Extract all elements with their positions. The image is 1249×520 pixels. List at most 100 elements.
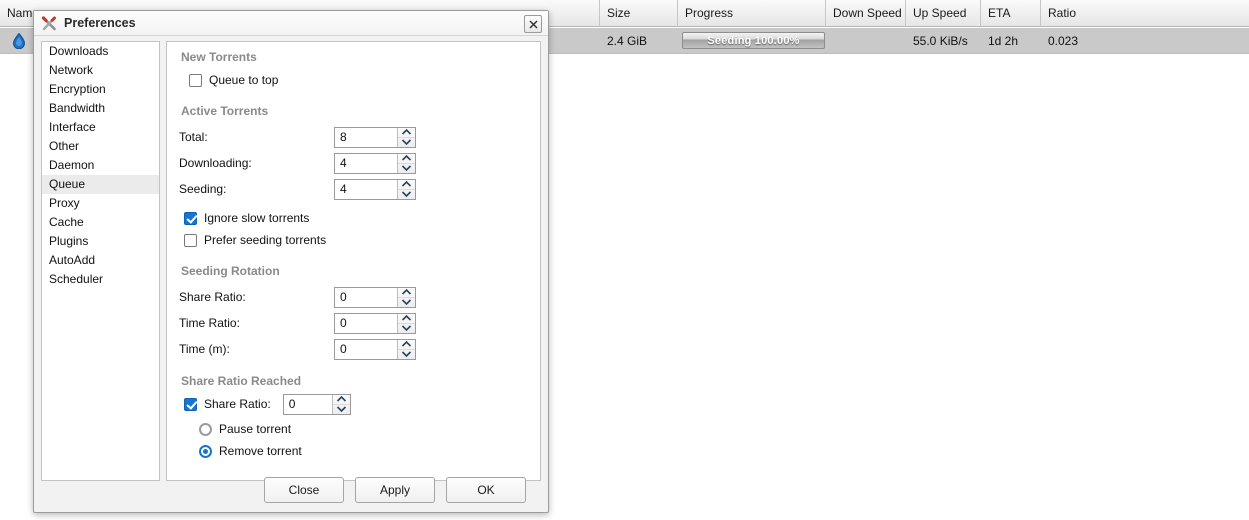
share-ratio-reached-checkbox[interactable] — [184, 397, 197, 411]
column-header-up-speed-label: Up Speed — [913, 6, 967, 20]
preferences-dialog: Preferences Downloads Network Encryption… — [33, 10, 549, 513]
dialog-titlebar[interactable]: Preferences — [34, 11, 548, 36]
prefer-seeding-checkbox-row[interactable]: Prefer seeding torrents — [184, 230, 530, 250]
chevron-up-icon[interactable] — [333, 395, 350, 404]
downloading-stepper[interactable]: 4 — [334, 152, 416, 174]
close-glyph — [528, 19, 538, 29]
total-stepper[interactable]: 8 — [334, 126, 416, 148]
share-ratio-reached-input[interactable]: 0 — [283, 394, 332, 414]
time-m-input[interactable]: 0 — [335, 339, 397, 359]
chevron-down-icon[interactable] — [398, 136, 415, 147]
time-m-stepper-buttons[interactable] — [397, 339, 415, 359]
downloading-label: Downloading: — [179, 156, 252, 170]
sidebar-item-queue[interactable]: Queue — [42, 175, 159, 194]
chevron-down-icon[interactable] — [398, 348, 415, 359]
ignore-slow-checkbox-row[interactable]: Ignore slow torrents — [184, 208, 530, 228]
chevron-up-icon[interactable] — [398, 288, 415, 297]
sidebar-item-label: Plugins — [49, 234, 89, 248]
sidebar-item-scheduler[interactable]: Scheduler — [42, 270, 159, 289]
column-header-size[interactable]: Size — [600, 0, 678, 27]
section-title-new-torrents: New Torrents — [181, 50, 257, 64]
share-ratio-stepper[interactable]: 0 — [334, 286, 416, 308]
ok-button[interactable]: OK — [446, 476, 526, 503]
sidebar-item-interface[interactable]: Interface — [42, 118, 159, 137]
sidebar-item-proxy[interactable]: Proxy — [42, 194, 159, 213]
remove-torrent-label: Remove torrent — [219, 444, 302, 458]
chevron-up-icon[interactable] — [398, 314, 415, 323]
sidebar-item-label: Bandwidth — [49, 101, 106, 115]
share-ratio-input[interactable]: 0 — [335, 287, 397, 307]
share-ratio-reached-stepper[interactable]: 0 — [282, 393, 351, 415]
chevron-down-icon[interactable] — [398, 296, 415, 307]
chevron-down-icon[interactable] — [332, 403, 350, 414]
sidebar-item-label: Queue — [49, 177, 86, 191]
sidebar-item-label: Proxy — [49, 196, 80, 210]
time-ratio-input[interactable]: 0 — [335, 313, 397, 333]
column-header-progress[interactable]: Progress — [678, 0, 826, 27]
seeding-field-row: Seeding: 4 — [179, 176, 530, 202]
apply-button[interactable]: Apply — [355, 476, 435, 503]
queue-to-top-checkbox[interactable] — [189, 73, 202, 87]
sidebar-item-autoadd[interactable]: AutoAdd — [42, 251, 159, 270]
sidebar-item-daemon[interactable]: Daemon — [42, 156, 159, 175]
seeding-stepper[interactable]: 4 — [334, 178, 416, 200]
sidebar-item-network[interactable]: Network — [42, 61, 159, 80]
sidebar-item-bandwidth[interactable]: Bandwidth — [42, 99, 159, 118]
time-ratio-stepper-buttons[interactable] — [397, 313, 415, 333]
time-m-stepper[interactable]: 0 — [334, 338, 416, 360]
pause-torrent-radio[interactable] — [199, 422, 212, 436]
sidebar-item-other[interactable]: Other — [42, 137, 159, 156]
dialog-body: Downloads Network Encryption Bandwidth I… — [41, 41, 541, 481]
torrent-down-speed-cell — [826, 28, 906, 53]
column-header-down-speed-label: Down Speed — [833, 6, 902, 20]
preferences-content-queue: New Torrents Queue to top Active Torrent… — [166, 41, 541, 481]
remove-torrent-radio-row[interactable]: Remove torrent — [199, 440, 530, 462]
sidebar-item-plugins[interactable]: Plugins — [42, 232, 159, 251]
torrent-up-speed-cell: 55.0 KiB/s — [913, 33, 968, 48]
dialog-title: Preferences — [64, 16, 136, 30]
column-header-down-speed[interactable]: Down Speed — [826, 0, 906, 27]
ignore-slow-checkbox[interactable] — [184, 211, 197, 225]
queue-to-top-checkbox-row[interactable]: Queue to top — [189, 70, 530, 90]
chevron-up-icon[interactable] — [398, 180, 415, 189]
column-header-ratio[interactable]: Ratio — [1041, 0, 1101, 27]
chevron-down-icon[interactable] — [398, 162, 415, 173]
share-ratio-reached-row[interactable]: Share Ratio: 0 — [184, 393, 530, 415]
seeding-input[interactable]: 4 — [335, 179, 397, 199]
pause-torrent-radio-row[interactable]: Pause torrent — [199, 418, 530, 440]
sidebar-item-downloads[interactable]: Downloads — [42, 42, 159, 61]
close-button[interactable]: Close — [264, 476, 344, 503]
share-ratio-reached-stepper-buttons[interactable] — [331, 394, 350, 414]
downloading-stepper-buttons[interactable] — [397, 153, 415, 173]
column-header-up-speed[interactable]: Up Speed — [906, 0, 981, 27]
close-icon[interactable] — [524, 15, 542, 33]
seeding-stepper-buttons[interactable] — [397, 179, 415, 199]
chevron-up-icon[interactable] — [398, 340, 415, 349]
chevron-up-icon[interactable] — [398, 128, 415, 137]
queue-to-top-label: Queue to top — [209, 73, 279, 87]
time-ratio-stepper[interactable]: 0 — [334, 312, 416, 334]
preferences-sidebar: Downloads Network Encryption Bandwidth I… — [41, 41, 160, 481]
column-header-eta[interactable]: ETA — [981, 0, 1041, 27]
chevron-down-icon[interactable] — [398, 322, 415, 333]
downloading-input[interactable]: 4 — [335, 153, 397, 173]
prefer-seeding-checkbox[interactable] — [184, 233, 197, 247]
seeding-label: Seeding: — [179, 182, 227, 196]
sidebar-item-label: Downloads — [49, 44, 109, 58]
sidebar-item-encryption[interactable]: Encryption — [42, 80, 159, 99]
pause-torrent-label: Pause torrent — [219, 422, 292, 436]
sidebar-item-cache[interactable]: Cache — [42, 213, 159, 232]
sidebar-item-label: Interface — [49, 120, 96, 134]
total-input[interactable]: 8 — [335, 127, 397, 147]
total-stepper-buttons[interactable] — [397, 127, 415, 147]
chevron-up-icon[interactable] — [398, 154, 415, 163]
share-ratio-stepper-buttons[interactable] — [397, 287, 415, 307]
prefer-seeding-label: Prefer seeding torrents — [204, 233, 327, 247]
ignore-slow-label: Ignore slow torrents — [204, 211, 310, 225]
chevron-down-icon[interactable] — [398, 188, 415, 199]
section-title-seeding-rotation: Seeding Rotation — [181, 264, 280, 278]
remove-torrent-radio[interactable] — [199, 444, 212, 458]
